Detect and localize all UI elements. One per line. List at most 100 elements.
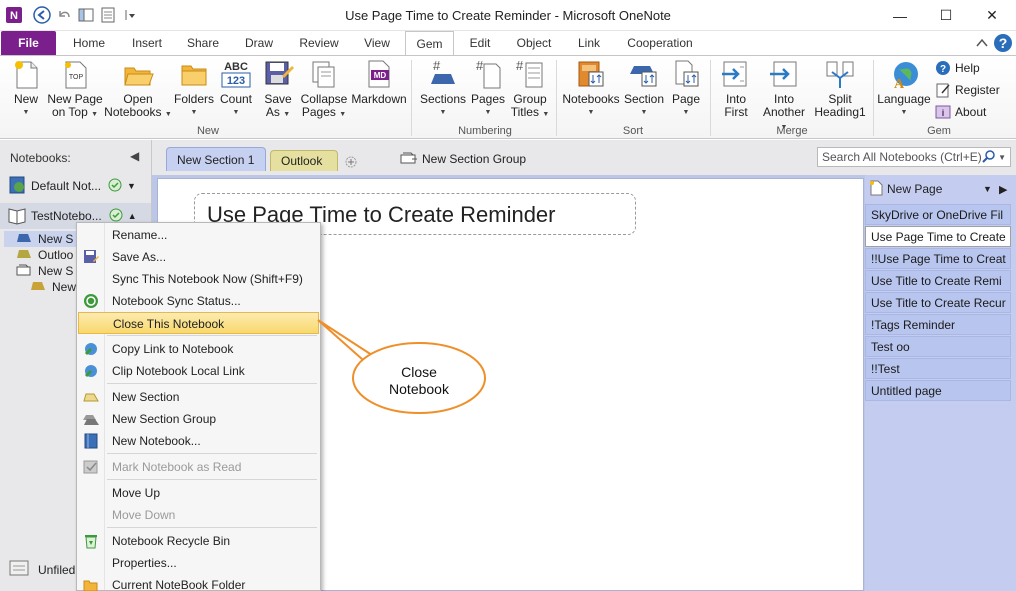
group-titles-icon: #: [514, 58, 546, 90]
tab-share[interactable]: Share: [180, 31, 226, 55]
help-button[interactable]: ? Help: [935, 60, 980, 76]
tab-edit[interactable]: Edit: [460, 31, 500, 55]
collapse-arrow-icon[interactable]: ▲: [128, 211, 137, 221]
new-page-dropdown-icon[interactable]: ▼: [983, 184, 992, 194]
tab-file[interactable]: File: [1, 31, 56, 55]
page-list-item[interactable]: Use Title to Create Recur: [865, 292, 1011, 313]
menu-item-current-folder[interactable]: Current NoteBook Folder: [78, 574, 319, 591]
about-button[interactable]: i About: [935, 104, 986, 120]
page-list-item[interactable]: Use Title to Create Remi: [865, 270, 1011, 291]
callout-bubble: Close Notebook: [317, 319, 486, 414]
menu-item-move-up[interactable]: Move Up: [78, 482, 319, 504]
tab-draw[interactable]: Draw: [236, 31, 282, 55]
expand-arrow-icon[interactable]: ▼: [127, 181, 136, 191]
page-list-item[interactable]: !!Use Page Time to Creat: [865, 248, 1011, 269]
menu-item-sync-now[interactable]: Sync This Notebook Now (Shift+F9): [78, 268, 319, 290]
pages-numbering-button[interactable]: # Pages ▼: [468, 58, 508, 119]
sort-page-button[interactable]: Page ▼: [666, 58, 706, 119]
menu-item-move-down[interactable]: Move Down: [78, 504, 319, 526]
new-page-on-top-button[interactable]: TOP New Page on Top ▼: [46, 58, 104, 121]
register-button[interactable]: Register: [935, 82, 1000, 98]
menu-item-copy-link[interactable]: Copy Link to Notebook: [78, 338, 319, 360]
dropdown-arrow-icon: ▼: [22, 109, 30, 116]
section-tab-new-section-1[interactable]: New Section 1: [166, 147, 266, 171]
folders-button[interactable]: Folders ▼: [172, 58, 216, 119]
section-icon: [16, 248, 32, 263]
maximize-button[interactable]: ☐: [923, 0, 969, 31]
group-separator: [411, 60, 412, 136]
tab-cooperation[interactable]: Cooperation: [620, 31, 700, 55]
menu-item-clip-local-link[interactable]: Clip Notebook Local Link: [78, 360, 319, 382]
tab-object[interactable]: Object: [508, 31, 560, 55]
language-label: Language: [877, 92, 931, 106]
tab-view[interactable]: View: [354, 31, 400, 55]
close-button[interactable]: ✕: [969, 0, 1015, 31]
menu-label: Save As...: [112, 250, 167, 264]
new-section-group-button[interactable]: New Section Group: [390, 147, 536, 171]
new-page-button[interactable]: New Page ▼ ▶: [865, 177, 1016, 201]
page-list-item[interactable]: !Tags Reminder: [865, 314, 1011, 335]
minimize-button[interactable]: —: [877, 0, 923, 31]
unfiled-notes-icon: [8, 558, 30, 581]
page-list-item-selected[interactable]: Use Page Time to Create: [865, 226, 1011, 247]
dropdown-arrow-icon: ▼: [164, 111, 172, 118]
section-item[interactable]: New: [4, 279, 76, 295]
number-pages-icon: #: [472, 58, 504, 90]
tab-home[interactable]: Home: [64, 31, 114, 55]
menu-item-rename[interactable]: Rename...: [78, 224, 319, 246]
tab-link[interactable]: Link: [568, 31, 610, 55]
tab-insert[interactable]: Insert: [122, 31, 172, 55]
dropdown-arrow-icon: ▼: [900, 109, 908, 116]
section-group-icon: [16, 264, 32, 279]
sort-section-button[interactable]: Section ▼: [622, 58, 666, 119]
menu-item-properties[interactable]: Properties...: [78, 552, 319, 574]
section-item[interactable]: Outloo: [4, 247, 73, 263]
folder-icon: [178, 58, 210, 90]
page-list-item[interactable]: !!Test: [865, 358, 1011, 379]
open-notebooks-button[interactable]: Open Notebooks ▼: [104, 58, 172, 121]
help-circle-icon[interactable]: ?: [993, 33, 1013, 56]
into-first-label-2: First: [724, 105, 748, 119]
notebook-context-menu: Rename... Save As... Sync This Notebook …: [76, 222, 321, 591]
collapse-pages-button[interactable]: Collapse Pages ▼: [298, 58, 350, 121]
markdown-button[interactable]: MD Markdown: [350, 58, 408, 106]
page-list-item[interactable]: SkyDrive or OneDrive Fil: [865, 204, 1011, 225]
into-first-button[interactable]: Into First: [714, 58, 758, 119]
count-button[interactable]: ABC 123 Count ▼: [216, 58, 256, 119]
section-group-item[interactable]: New S: [4, 263, 73, 279]
menu-item-new-section-group[interactable]: New Section Group: [78, 408, 319, 430]
group-titles-label-2: Titles: [510, 105, 539, 119]
collapse-page-pane-icon[interactable]: ▶: [999, 183, 1007, 196]
search-scope-dropdown-icon[interactable]: ▼: [998, 153, 1006, 162]
split-heading1-button[interactable]: Split Heading1: [810, 58, 870, 119]
page-list-item[interactable]: Untitled page: [865, 380, 1011, 401]
add-section-icon[interactable]: [340, 152, 364, 171]
collapse-pane-icon[interactable]: ◀: [130, 149, 139, 163]
notebook-item-default[interactable]: Default Not... ▼: [0, 173, 151, 199]
register-icon: [935, 82, 951, 98]
menu-item-save-as[interactable]: Save As...: [78, 246, 319, 268]
tab-gem[interactable]: Gem: [405, 31, 454, 56]
menu-item-recycle-bin[interactable]: Notebook Recycle Bin: [78, 530, 319, 552]
menu-separator: [107, 479, 317, 480]
unfiled-notes[interactable]: Unfiled: [8, 558, 75, 581]
menu-item-sync-status[interactable]: Notebook Sync Status...: [78, 290, 319, 312]
menu-item-new-section[interactable]: New Section: [78, 386, 319, 408]
page-list-item[interactable]: Test oo: [865, 336, 1011, 357]
tab-review[interactable]: Review: [292, 31, 346, 55]
language-button[interactable]: A Language ▼: [876, 58, 932, 119]
sort-notebooks-button[interactable]: Notebooks ▼: [560, 58, 622, 119]
into-another-button[interactable]: Into Another ▼: [758, 58, 810, 134]
menu-item-mark-as-read[interactable]: Mark Notebook as Read: [78, 456, 319, 478]
dropdown-arrow-icon: ▼: [232, 109, 240, 116]
collapse-ribbon-icon[interactable]: [974, 35, 990, 54]
save-as-button[interactable]: Save As ▼: [258, 58, 298, 121]
search-icon[interactable]: [982, 149, 996, 166]
search-input[interactable]: Search All Notebooks (Ctrl+E) ▼: [817, 147, 1011, 167]
group-titles-button[interactable]: # Group Titles ▼: [508, 58, 552, 121]
section-tab-outlook[interactable]: Outlook: [270, 150, 338, 171]
sections-numbering-button[interactable]: # Sections ▼: [416, 58, 470, 119]
menu-item-close-notebook[interactable]: Close This Notebook: [78, 312, 319, 334]
new-button[interactable]: New ▼: [8, 58, 44, 119]
menu-item-new-notebook[interactable]: New Notebook...: [78, 430, 319, 452]
